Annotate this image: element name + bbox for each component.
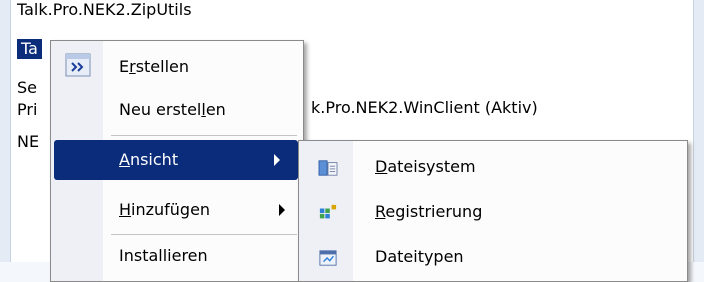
- submenu-item-registrierung[interactable]: Registrierung: [299, 192, 687, 232]
- menu-item-ansicht[interactable]: Ansicht: [54, 140, 298, 180]
- submenu-label-registrierung: Registrierung: [375, 202, 483, 221]
- menu-label-installieren: Installieren: [119, 246, 208, 265]
- build-icon: [65, 53, 91, 77]
- menu-separator: [111, 234, 297, 235]
- tree-item-se[interactable]: Se: [17, 78, 37, 98]
- tree-item-winclient[interactable]: k.Pro.NEK2.WinClient (Aktiv): [311, 96, 538, 120]
- submenu-ansicht: Dateisystem Registrierung Dateitypen: [298, 140, 688, 282]
- submenu-label-dateitypen: Dateitypen: [375, 247, 464, 266]
- submenu-arrow-icon: [274, 154, 280, 166]
- menu-item-erstellen[interactable]: Erstellen: [51, 47, 303, 87]
- file-types-icon: [319, 250, 337, 266]
- tree-item-selected[interactable]: Ta: [17, 39, 42, 59]
- menu-item-neu-erstellen[interactable]: Neu erstellen: [51, 90, 303, 130]
- submenu-item-dateitypen[interactable]: Dateitypen: [299, 237, 687, 277]
- menu-label-hinzufuegen: Hinzufügen: [119, 200, 211, 219]
- tree-item-ne[interactable]: NE: [17, 132, 39, 152]
- menu-label-ansicht: Ansicht: [119, 150, 179, 169]
- submenu-item-dateisystem[interactable]: Dateisystem: [299, 147, 687, 187]
- submenu-label-dateisystem: Dateisystem: [375, 157, 476, 176]
- menu-item-installieren[interactable]: Installieren: [51, 236, 303, 276]
- file-system-icon: [318, 160, 338, 176]
- tree-item-pri[interactable]: Pri: [17, 100, 37, 120]
- submenu-arrow-icon: [279, 204, 285, 216]
- registry-icon: [319, 204, 337, 219]
- menu-separator: [111, 135, 297, 136]
- tree-item-zip-utils[interactable]: Talk.Pro.NEK2.ZipUtils: [17, 0, 192, 20]
- menu-item-hinzufuegen[interactable]: Hinzufügen: [51, 190, 303, 230]
- menu-label-neu-erstellen: Neu erstellen: [119, 100, 226, 119]
- context-menu: Erstellen Neu erstellen Ansicht Hinzufüg…: [50, 40, 304, 282]
- menu-label-erstellen: Erstellen: [119, 57, 190, 76]
